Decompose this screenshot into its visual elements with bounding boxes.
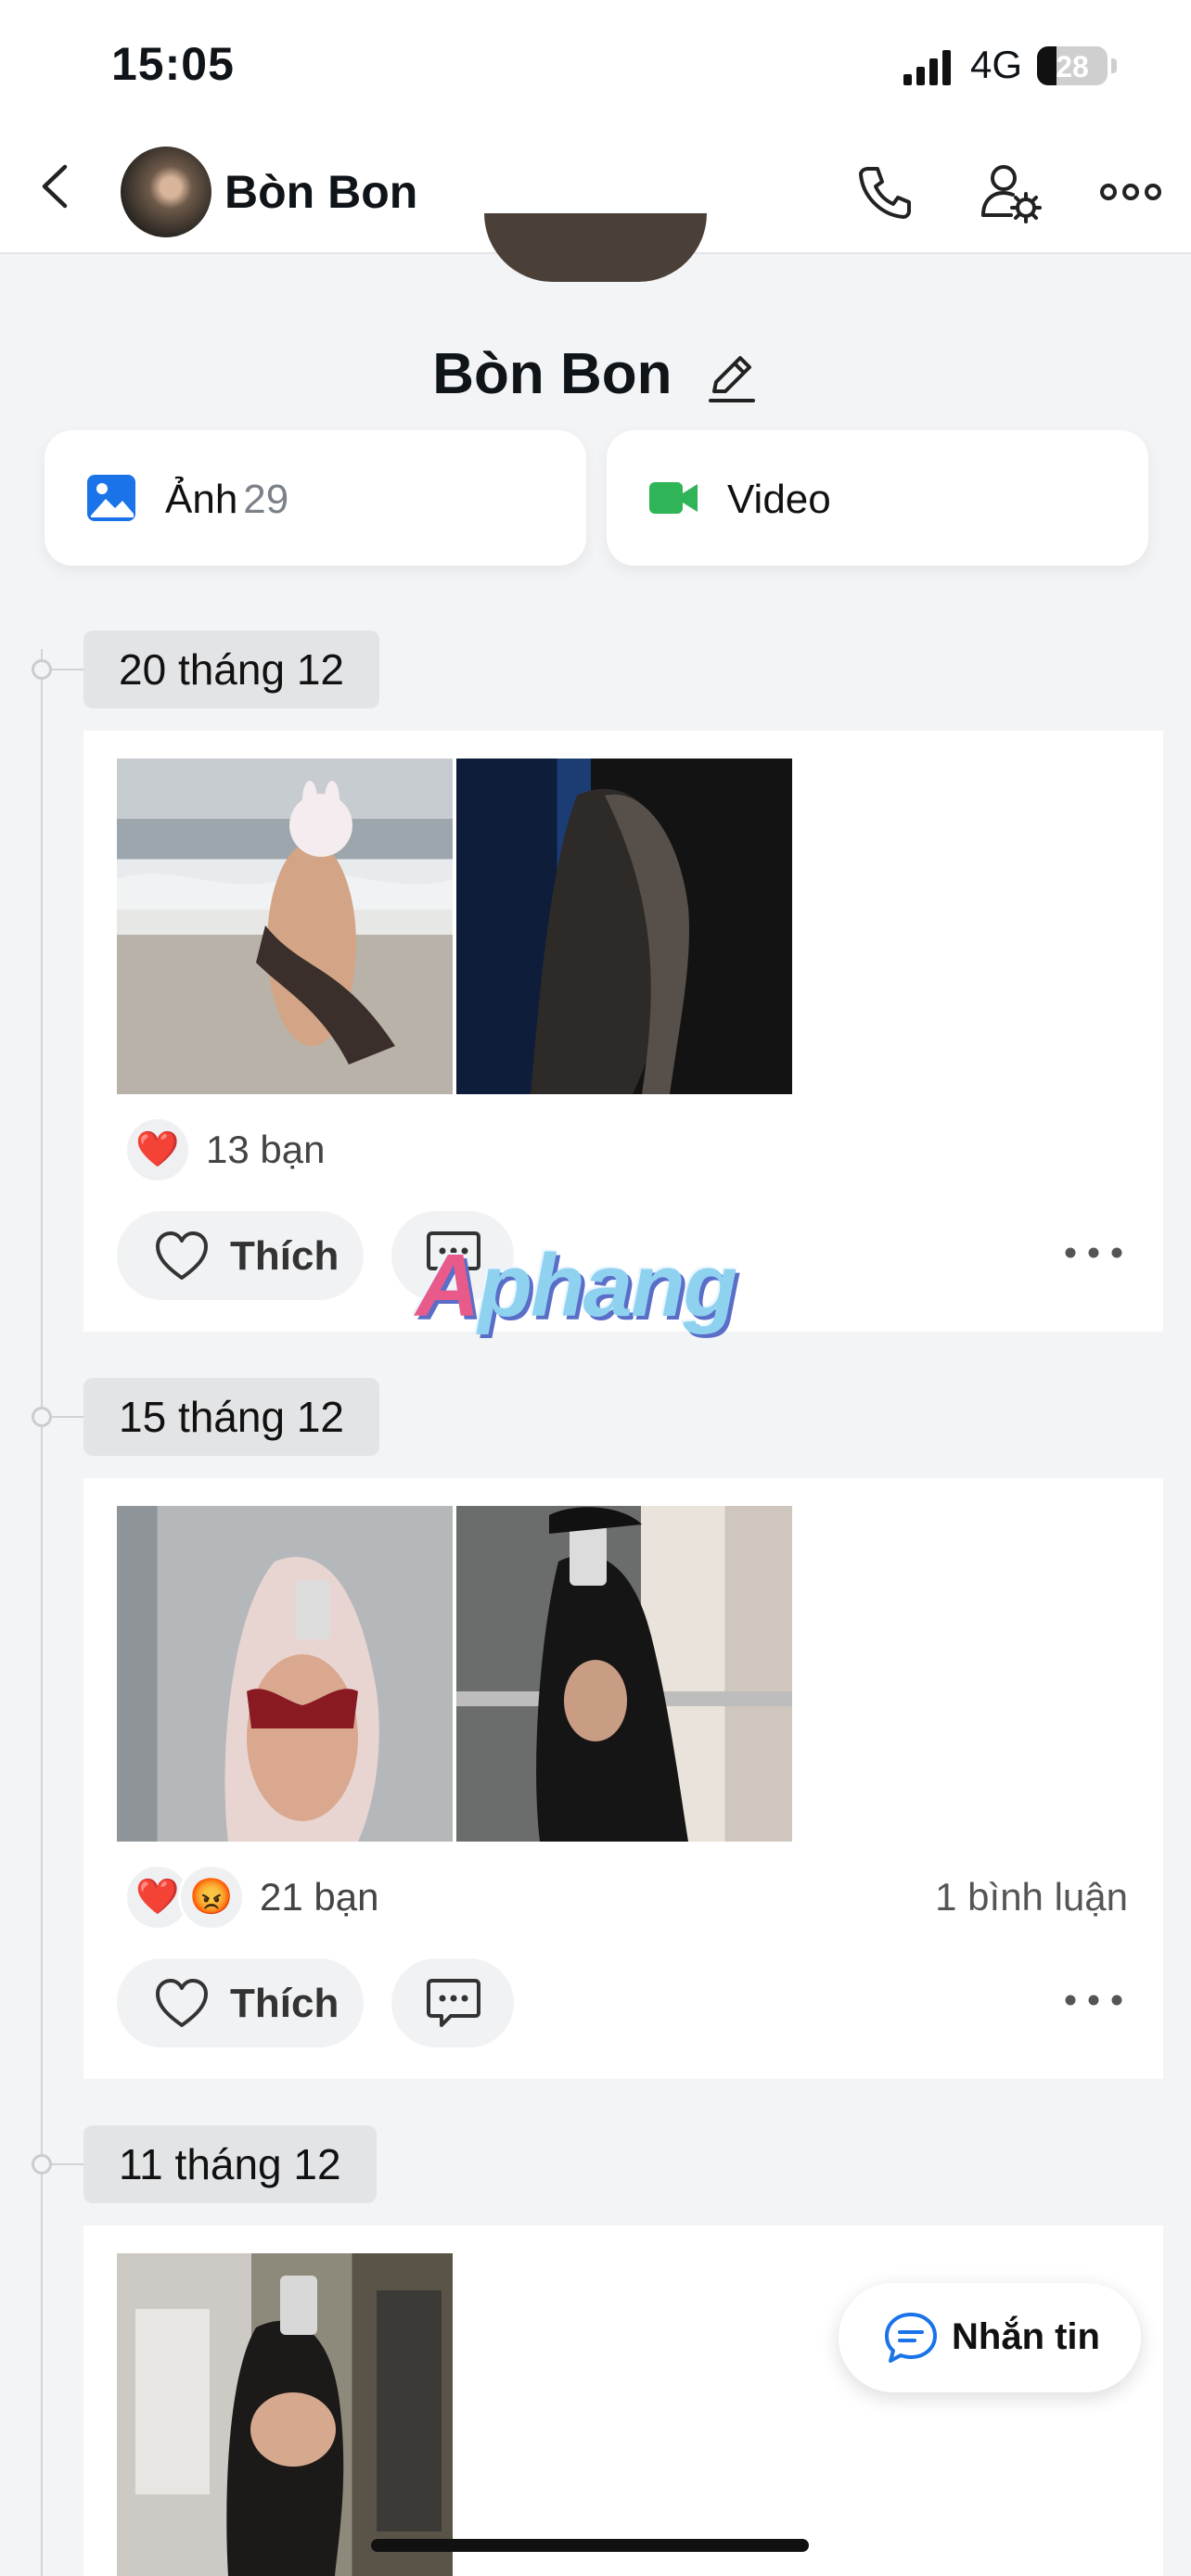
angry-reaction-icon: 😡: [178, 1864, 245, 1931]
status-time: 15:05: [111, 38, 235, 90]
like-label: Thích: [230, 1233, 339, 1279]
post-more-icon[interactable]: [1061, 1986, 1126, 2014]
battery-level: 28: [1056, 50, 1089, 83]
post-card: ❤️ 😡 21 bạn 1 bình luận Thích: [83, 1478, 1163, 2079]
post-card: [83, 2225, 1163, 2576]
phone-icon[interactable]: [852, 159, 916, 224]
photos-label-text: Ảnh: [165, 477, 238, 522]
photos-label: Ảnh 29: [165, 477, 288, 523]
comment-button[interactable]: [391, 1958, 514, 2047]
date-label: 15 tháng 12: [83, 1378, 380, 1456]
timeline-branch: [52, 1416, 85, 1418]
profile-name: Bòn Bon: [0, 341, 1191, 407]
post-photo[interactable]: [117, 2253, 453, 2576]
post-photo[interactable]: [117, 1506, 453, 1842]
user-settings-icon[interactable]: [978, 159, 1043, 224]
heart-outline-icon: [156, 1979, 208, 2027]
battery-tip: [1111, 58, 1117, 73]
reaction-count: 13 bạn: [206, 1128, 326, 1171]
comment-icon: [427, 1979, 480, 2027]
photos-count: 29: [243, 477, 289, 522]
timeline-branch: [52, 669, 85, 670]
post-photo[interactable]: [456, 1506, 792, 1842]
like-button[interactable]: Thích: [117, 1211, 364, 1300]
chat-bubble-icon: [885, 2313, 937, 2363]
reactions-summary[interactable]: ❤️ 😡 21 bạn: [124, 1864, 378, 1931]
video-button[interactable]: Video: [607, 430, 1148, 566]
like-label: Thích: [230, 1981, 339, 2026]
send-message-label: Nhắn tin: [952, 2316, 1100, 2357]
signal-icon: [903, 50, 951, 85]
heart-outline-icon: [156, 1231, 208, 1280]
post-more-icon[interactable]: [1061, 1239, 1126, 1267]
timeline-dot: [32, 2154, 52, 2174]
video-label: Video: [727, 477, 831, 522]
reaction-count: 21 bạn: [260, 1875, 379, 1919]
video-camera-icon: [649, 482, 698, 514]
avatar[interactable]: [121, 147, 211, 237]
status-bar: 15:05 4G 28: [0, 0, 1191, 130]
timeline-dot: [32, 659, 52, 680]
more-options-icon[interactable]: [1098, 159, 1163, 224]
back-arrow-icon[interactable]: [26, 156, 87, 217]
reactions-summary[interactable]: ❤️ 13 bạn: [124, 1116, 325, 1183]
watermark-first: A: [416, 1236, 480, 1335]
post-photo[interactable]: [456, 759, 792, 1094]
photo-gallery-icon: [87, 475, 135, 521]
post-photo[interactable]: [117, 759, 453, 1094]
header-title[interactable]: Bòn Bon: [224, 165, 417, 219]
profile-avatar-partial: [484, 213, 707, 282]
home-indicator[interactable]: [371, 2539, 809, 2552]
network-type: 4G: [970, 43, 1023, 86]
watermark-rest: phang: [478, 1236, 737, 1335]
date-label: 20 tháng 12: [83, 631, 380, 708]
photos-button[interactable]: Ảnh 29: [45, 430, 586, 566]
edit-pencil-icon[interactable]: [703, 351, 759, 406]
profile-name-text: Bòn Bon: [432, 342, 672, 406]
like-button[interactable]: Thích: [117, 1958, 364, 2047]
comment-count[interactable]: 1 bình luận: [935, 1875, 1128, 1919]
timeline-line: [41, 649, 43, 2576]
timeline-dot: [32, 1407, 52, 1427]
date-label: 11 tháng 12: [83, 2125, 377, 2203]
battery-icon: 28: [1037, 46, 1108, 85]
watermark-logo: Aphang: [416, 1235, 737, 1337]
heart-reaction-icon: ❤️: [124, 1116, 191, 1183]
timeline-branch: [52, 2163, 85, 2165]
send-message-button[interactable]: Nhắn tin: [839, 2283, 1141, 2392]
